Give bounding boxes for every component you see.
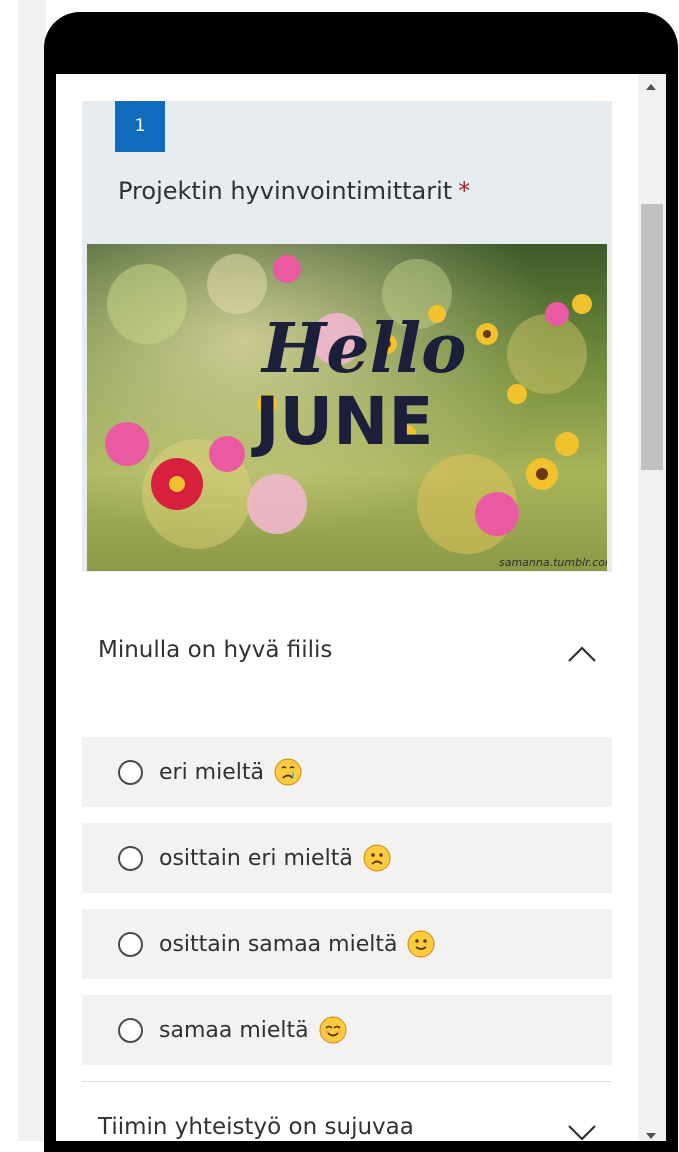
option-label: osittain samaa mieltä: [159, 931, 398, 957]
scroll-up-arrow-icon[interactable]: [646, 84, 656, 90]
scroll-thumb[interactable]: [641, 204, 663, 470]
question-title-text: Projektin hyvinvointimittarit: [118, 177, 453, 205]
question-title: Projektin hyvinvointimittarit *: [118, 174, 598, 208]
option-label: osittain eri mieltä: [159, 845, 353, 871]
vertical-scrollbar[interactable]: [638, 74, 666, 1141]
svg-text:samanna.tumblr.com: samanna.tumblr.com: [499, 556, 607, 569]
required-marker: *: [458, 177, 471, 205]
smiling-face-icon: [319, 1016, 347, 1044]
option-label: eri mieltä: [159, 759, 264, 785]
radio-button[interactable]: [118, 759, 143, 785]
subquestion-label: Tiimin yhteistyö on sujuvaa: [98, 1114, 414, 1140]
radio-button[interactable]: [118, 931, 143, 957]
question-header: 1 Projektin hyvinvointimittarit * Hello …: [82, 101, 612, 572]
radio-button[interactable]: [118, 1017, 143, 1043]
question-number-badge: 1: [115, 101, 165, 152]
option-partly-disagree[interactable]: osittain eri mieltä: [82, 823, 612, 893]
left-margin-strip: [18, 0, 46, 1141]
svg-text:JUNE: JUNE: [251, 383, 433, 460]
crying-face-icon: [274, 758, 302, 786]
option-label: samaa mieltä: [159, 1017, 309, 1043]
hello-june-flower-image: Hello JUNE samanna.tumblr.com: [87, 244, 607, 571]
radio-button[interactable]: [118, 845, 143, 871]
subquestion-label: Minulla on hyvä fiilis: [98, 637, 333, 663]
svg-text:Hello: Hello: [260, 309, 467, 389]
scroll-down-arrow-icon[interactable]: [646, 1133, 656, 1139]
chevron-up-icon[interactable]: [567, 644, 597, 664]
option-disagree[interactable]: eri mieltä: [82, 737, 612, 807]
section-divider: [82, 1081, 612, 1082]
slightly-smiling-face-icon: [407, 930, 435, 958]
form-screen: 1 Projektin hyvinvointimittarit * Hello …: [56, 74, 666, 1141]
question-image: Hello JUNE samanna.tumblr.com: [87, 244, 607, 571]
frowning-face-icon: [363, 844, 391, 872]
option-partly-agree[interactable]: osittain samaa mieltä: [82, 909, 612, 979]
chevron-down-icon[interactable]: [567, 1123, 597, 1141]
option-agree[interactable]: samaa mieltä: [82, 995, 612, 1065]
